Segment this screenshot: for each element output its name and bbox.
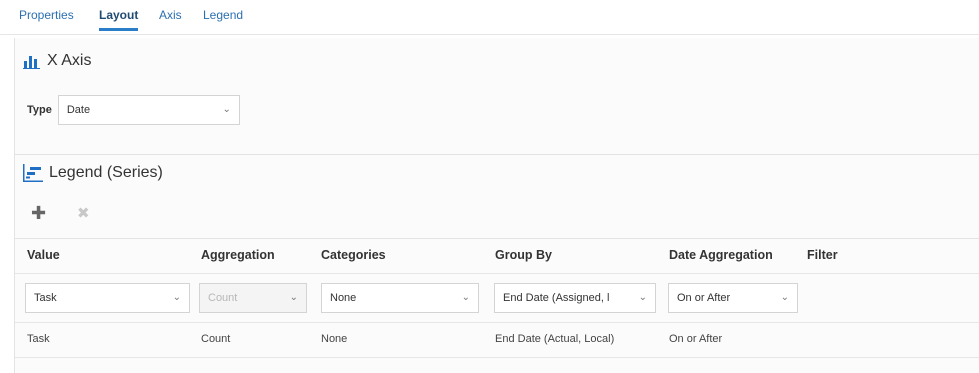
cell-aggregation: Count — [201, 333, 231, 345]
value-select-text: Task — [34, 292, 57, 304]
column-header-categories: Categories — [321, 248, 386, 262]
date-aggregation-select-text: On or After — [677, 292, 731, 304]
type-row: Type Date ⌄ — [27, 95, 240, 125]
aggregation-select: Count ⌄ — [199, 283, 307, 313]
group-by-select[interactable]: End Date (Assigned, l ⌄ — [494, 283, 656, 313]
section-divider — [15, 154, 979, 155]
group-by-select-text: End Date (Assigned, l — [503, 292, 610, 304]
x-axis-type-value: Date — [66, 104, 91, 116]
row-divider — [15, 322, 979, 323]
categories-select[interactable]: None ⌄ — [321, 283, 479, 313]
chevron-down-icon: ⌄ — [638, 292, 647, 303]
chevron-down-icon: ⌄ — [461, 292, 470, 303]
value-select[interactable]: Task ⌄ — [25, 283, 190, 313]
cell-date-aggregation: On or After — [669, 333, 723, 345]
legend-series-icon — [23, 164, 43, 182]
x-axis-header: X Axis — [23, 52, 91, 70]
column-header-group-by: Group By — [495, 248, 552, 262]
chevron-down-icon: ⌄ — [289, 292, 298, 303]
legend-series-title: Legend (Series) — [49, 164, 163, 181]
categories-select-text: None — [330, 292, 357, 304]
bar-chart-icon — [23, 53, 41, 69]
table-header-bottom-line — [15, 273, 979, 274]
chevron-down-icon: ⌄ — [780, 292, 789, 303]
column-header-date-aggregation: Date Aggregation — [669, 248, 773, 262]
type-label: Type — [27, 104, 52, 116]
legend-series-header: Legend (Series) — [23, 164, 163, 182]
chevron-down-icon: ⌄ — [172, 292, 181, 303]
column-header-filter: Filter — [807, 248, 838, 262]
layout-panel: X Axis Type Date ⌄ Legend (Series) ✚ ✖ V… — [14, 38, 979, 373]
chevron-down-icon: ⌄ — [222, 104, 231, 115]
tab-axis[interactable]: Axis — [159, 7, 182, 31]
tab-bar: Properties Layout Axis Legend — [0, 0, 979, 35]
cell-group-by: End Date (Actual, Local) — [495, 333, 615, 345]
aggregation-select-text: Count — [208, 292, 238, 304]
plus-icon[interactable]: ✚ — [31, 204, 46, 222]
tab-layout[interactable]: Layout — [99, 7, 139, 31]
x-axis-title: X Axis — [47, 52, 92, 69]
tab-legend[interactable]: Legend — [203, 7, 243, 31]
tab-properties[interactable]: Properties — [19, 7, 74, 31]
column-header-value: Value — [27, 248, 60, 262]
x-axis-type-select[interactable]: Date ⌄ — [57, 95, 240, 125]
table-header-top-line — [15, 238, 979, 239]
date-aggregation-select[interactable]: On or After ⌄ — [668, 283, 798, 313]
column-header-aggregation: Aggregation — [201, 248, 275, 262]
cell-categories: None — [321, 333, 348, 345]
close-icon[interactable]: ✖ — [77, 205, 90, 223]
row-divider — [15, 357, 979, 358]
cell-value: Task — [27, 333, 50, 345]
